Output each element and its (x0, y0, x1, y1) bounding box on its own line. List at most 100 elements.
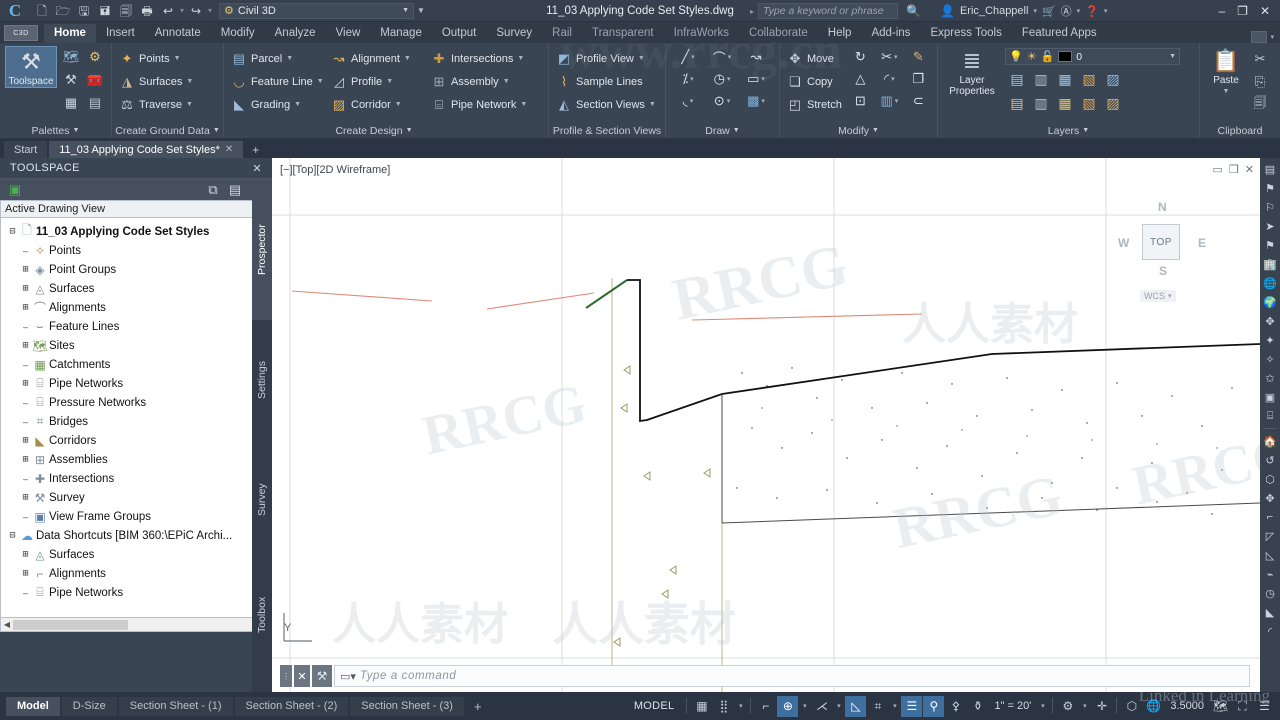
layer-turn-all-on-icon[interactable]: ▤ (1005, 91, 1029, 115)
autodesk-dropdown-caret-icon[interactable]: ▾ (1077, 7, 1081, 15)
expander-icon[interactable]: ⊞ (20, 264, 31, 276)
layer-off-icon[interactable]: ▥ (1029, 67, 1053, 91)
copy-button[interactable]: ❏ Copy (785, 71, 846, 92)
drawing-canvas[interactable]: [−][Top][2D Wireframe] ▭ ❐ ✕ N W E S TOP… (272, 158, 1260, 692)
fillet-modify-tool[interactable]: ◜ ▾ (875, 68, 904, 90)
tree-node-points[interactable]: – ✧ Points (7, 241, 271, 260)
tab-survey[interactable]: Survey (486, 24, 542, 43)
autodesk-icon[interactable]: Ⓐ (1061, 3, 1072, 19)
spline-tool[interactable]: ⁒ ▾ (671, 68, 705, 90)
panel-title-create-design[interactable]: Create Design ▼ (324, 123, 424, 138)
hscrollbar-thumb[interactable] (13, 619, 128, 630)
active-drawing-view-selector[interactable]: Active Drawing View ⌄ (0, 200, 272, 218)
annotation-visibility-toggle[interactable]: ⚱ (967, 696, 988, 717)
layer-properties-button[interactable]: ≣ Layer Properties (943, 46, 1001, 98)
point-select-icon[interactable]: ✧ (1261, 350, 1279, 368)
search-input[interactable]: Type a keyword or phrase (758, 3, 899, 19)
minimize-button[interactable]: ‒ (1218, 4, 1225, 18)
trim-tool[interactable]: ✂ ▾ (875, 46, 904, 68)
layer-lock-tool-icon[interactable]: ▧ (1077, 67, 1101, 91)
save-as-icon[interactable]: 🖬 (95, 1, 115, 21)
3d-array-tool[interactable]: ❐ (904, 68, 933, 90)
curve-icon[interactable]: ◜ (1261, 622, 1279, 640)
traverse-caret-icon[interactable]: ▼ (186, 101, 193, 108)
tab-featured-apps[interactable]: Featured Apps (1012, 24, 1107, 43)
corridor-caret-icon[interactable]: ▼ (395, 101, 402, 108)
panel-title-modify[interactable]: Modify ▼ (780, 123, 937, 138)
move-view-icon[interactable]: ✥ (1261, 489, 1279, 507)
tree-node-pipe-networks[interactable]: ⊞ ⌸ Pipe Networks (7, 374, 271, 393)
offset-tool[interactable]: ⊂ (904, 90, 933, 112)
ribbon-minimize-button[interactable] (1251, 31, 1268, 43)
points-button[interactable]: ✦ Points ▼ (117, 48, 197, 69)
points-caret-icon[interactable]: ▼ (174, 55, 181, 62)
close-viewport-icon[interactable]: ✕ (1245, 163, 1254, 176)
help-dropdown-caret-icon[interactable]: ▾ (1104, 7, 1108, 15)
sample-lines-button[interactable]: ⌇ Sample Lines (554, 71, 660, 92)
grading-button[interactable]: ◣ Grading ▼ (229, 94, 328, 115)
tree-node-corridors[interactable]: ⊞ ◣ Corridors (7, 431, 271, 450)
command-line-customize-icon[interactable]: ⚒ (312, 665, 332, 687)
command-history-icon[interactable]: ▭▾ (340, 670, 356, 683)
new-file-tab-button[interactable]: + (245, 141, 266, 158)
ribbon-minimize-caret-icon[interactable]: ▾ (1270, 33, 1274, 41)
tab-modify[interactable]: Modify (211, 24, 265, 43)
search-expand-icon[interactable]: ▸ (750, 7, 754, 16)
intersections-caret-icon[interactable]: ▼ (517, 55, 524, 62)
workspace-switch-icon[interactable]: 🌐 (1143, 696, 1164, 717)
pin-icon[interactable]: ⚑ (1261, 236, 1279, 254)
hatch-tool[interactable]: ▩ ▾ (739, 90, 773, 112)
tree-node-drawing[interactable]: ⊟ 🗋 11_03 Applying Code Set Styles (7, 222, 271, 241)
object-snap-toggle[interactable]: ◺ (845, 695, 867, 717)
grid-display-toggle[interactable]: ▦ (691, 696, 712, 717)
redo-dropdown-caret-icon[interactable]: ▾ (207, 6, 213, 15)
add-point-label-icon[interactable]: ✦ (1261, 331, 1279, 349)
command-line[interactable]: ⋮ ✕ ⚒ ▭▾ Type a command (280, 664, 1250, 688)
scale-tool[interactable]: ⊡ (846, 90, 875, 112)
survey-palette-icon[interactable]: ⚒ (60, 69, 82, 90)
layer-change-to-current-icon[interactable]: ▦ (1053, 91, 1077, 115)
menu-icon[interactable]: ▤ (1261, 160, 1279, 178)
tree-node-ds-surfaces[interactable]: ⊞ ◬ Surfaces (7, 545, 271, 564)
tree-node-ds-pipe-networks[interactable]: – ⌸ Pipe Networks (7, 583, 271, 602)
restore-viewport-icon[interactable]: ▭ (1213, 163, 1223, 176)
toolspace-panorama-icon[interactable]: ⧉ (204, 181, 222, 199)
polyline-tool[interactable]: ↝ (739, 46, 773, 68)
undo-view-icon[interactable]: ↺ (1261, 451, 1279, 469)
lineweight-toggle[interactable]: ☰ (901, 695, 923, 717)
parcel-caret-icon[interactable]: ▼ (286, 55, 293, 62)
alignment-caret-icon[interactable]: ▼ (404, 55, 411, 62)
expander-icon[interactable]: ⊟ (7, 530, 18, 542)
expander-icon[interactable]: ⊞ (20, 435, 31, 447)
home-view-icon[interactable]: 🏠 (1261, 432, 1279, 450)
layer-dropdown-caret-icon[interactable]: ▼ (1169, 53, 1176, 60)
tree-node-pressure-networks[interactable]: – ⌸ Pressure Networks (7, 393, 271, 412)
tree-node-surfaces[interactable]: ⊞ ◬ Surfaces (7, 279, 271, 298)
close-icon[interactable]: ✕ (225, 144, 233, 155)
tab-insert[interactable]: Insert (96, 24, 145, 43)
customization-menu-icon[interactable]: ☰ (1254, 696, 1275, 717)
3d-object-snap-toggle[interactable]: ⌗ (867, 696, 888, 717)
expander-icon[interactable]: ⊞ (20, 340, 31, 352)
tab-help[interactable]: Help (818, 24, 862, 43)
tab-addins[interactable]: Add-ins (861, 24, 920, 43)
maximize-viewport-icon[interactable]: ❐ (1229, 163, 1239, 176)
toolspace-tab-toolbox[interactable]: Toolbox (252, 560, 272, 670)
viewcube-top-face[interactable]: TOP (1142, 224, 1180, 260)
fillet-tool[interactable]: ◟ ▾ (671, 90, 705, 112)
rotate-view-icon[interactable]: ◷ (1261, 584, 1279, 602)
mirror-tool[interactable]: △ (846, 68, 875, 90)
cursor-icon[interactable]: ➤ (1261, 217, 1279, 235)
new-file-icon[interactable]: 🗋 (32, 1, 52, 21)
toolspace-tab-prospector[interactable]: Prospector (252, 180, 272, 320)
command-line-close-icon[interactable]: ✕ (294, 665, 310, 687)
profile-view-caret-icon[interactable]: ▼ (638, 55, 645, 62)
layout-tab-section-sheet-1[interactable]: Section Sheet - (1) (118, 696, 233, 716)
expander-icon[interactable]: ⊞ (20, 283, 31, 295)
copy-clip-icon[interactable]: ⎘ (1249, 71, 1271, 92)
user-dropdown-caret-icon[interactable]: ▾ (1033, 7, 1037, 15)
scroll-left-icon[interactable]: ◀ (1, 620, 13, 629)
tree-node-data-shortcuts[interactable]: ⊟ ☁ Data Shortcuts [BIM 360:\EPiC Archi.… (7, 526, 271, 545)
grading-caret-icon[interactable]: ▼ (294, 101, 301, 108)
file-tab-drawing[interactable]: 11_03 Applying Code Set Styles* ✕ (49, 141, 244, 158)
